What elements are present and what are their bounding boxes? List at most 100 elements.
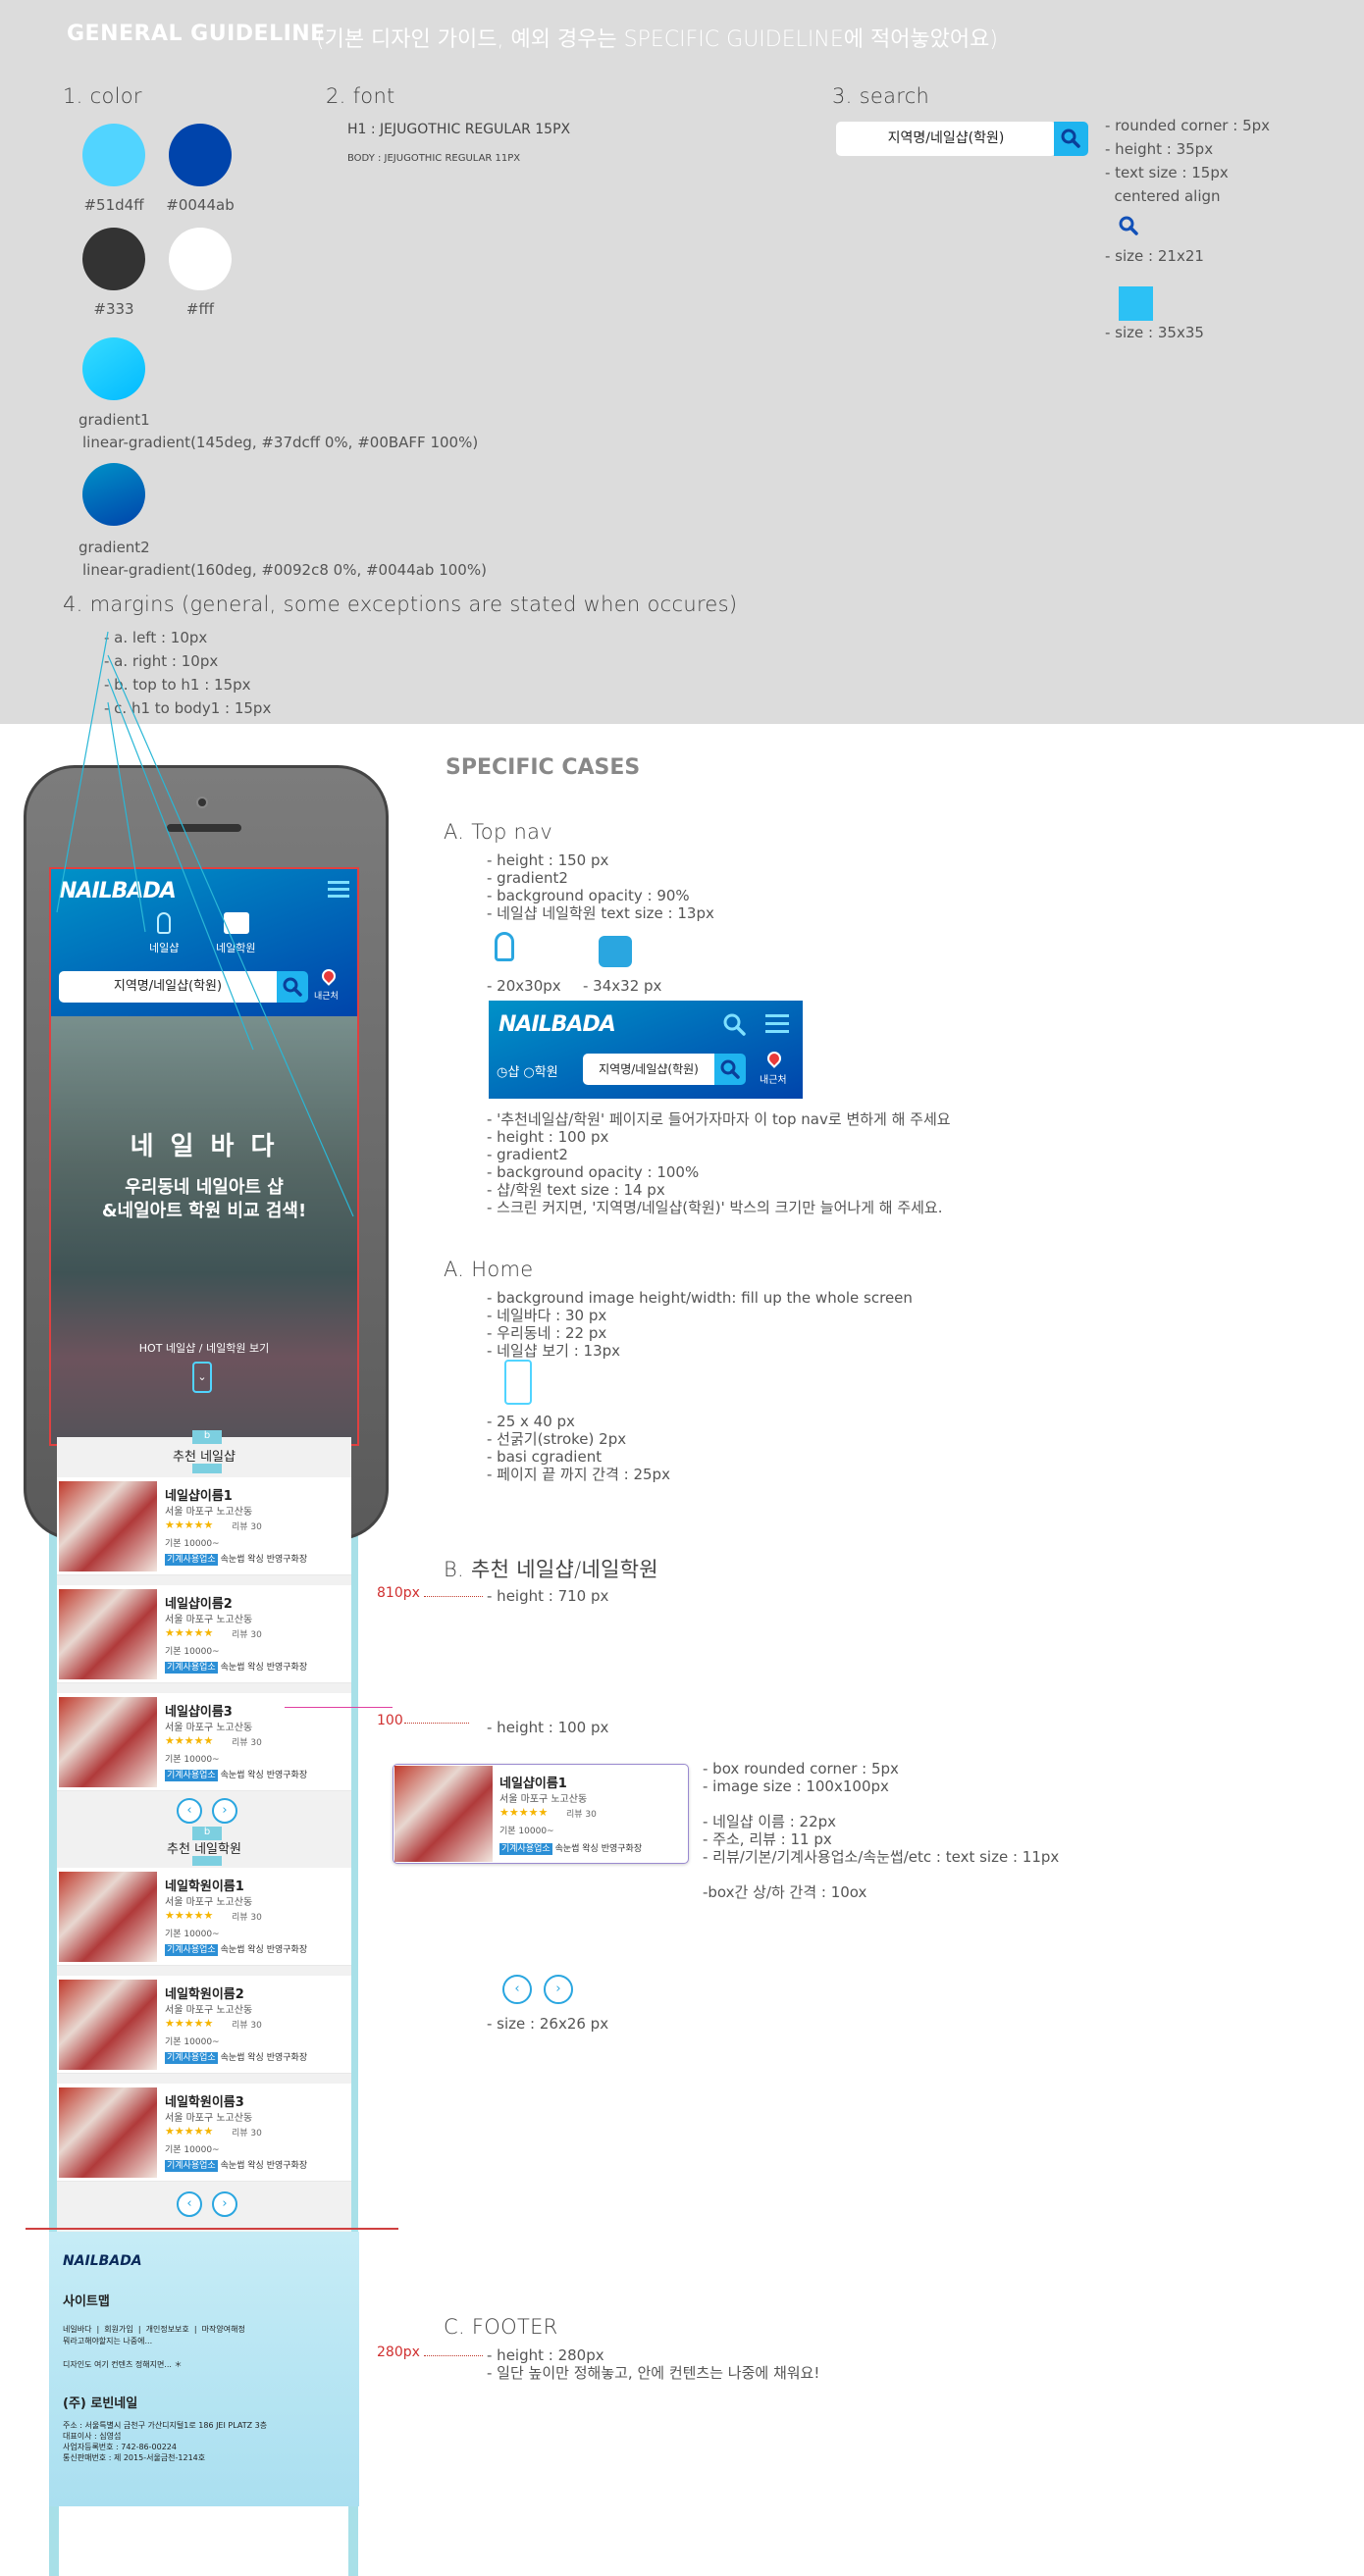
tag: 기계사용업소 [165,1770,218,1781]
sample-base: 기본 10000~ [499,1827,554,1836]
shop-item-3[interactable]: 네일샵이름3 서울 마포구 노고산동 ★★★★★ 리뷰 30 기본 10000~… [57,1693,351,1791]
topnav-heading: A. Top nav [444,820,553,844]
search-specs: - rounded corner : 5px - height : 35px -… [1105,114,1270,208]
tag: 왁싱 [247,1771,264,1780]
swatch-gradient1 [82,337,145,400]
academy-item-2[interactable]: 네일학원이름2 서울 마포구 노고산동 ★★★★★ 리뷰 30 기본 10000… [57,1976,351,2074]
academy-item-1[interactable]: 네일학원이름1 서울 마포구 노고산동 ★★★★★ 리뷰 30 기본 10000… [57,1868,351,1966]
search-icon[interactable] [720,1010,748,1038]
home-heading: A. Home [444,1258,534,1281]
tags: 기계사용업소 속눈썹 왁싱 반영구화장 [165,2050,308,2064]
tag: 속눈썹 [220,1771,245,1780]
spec-line: - 25 x 40 px [487,1413,575,1430]
next-arrow-button[interactable]: › [212,1798,237,1824]
tag: 기계사용업소 [165,1662,218,1674]
sample-item-box: 네일샵이름1 서울 마포구 노고산동 ★★★★★ 리뷰 30 기본 10000~… [393,1764,689,1864]
footer-specs: - height : 280px - 일단 높이만 정해놓고, 안에 컨텐츠는 … [487,2346,819,2382]
spec-line: - 선굵기(stroke) 2px [487,1430,627,1448]
topnav-specs2: - '추천네일샵/학원' 페이지로 들어가자마자 이 top nav로 변하게 … [487,1110,951,1216]
spec-line: - gradient2 [487,869,568,887]
nav2-logo: NAILBADA [498,1012,616,1037]
review-count: 리뷰 30 [232,1738,262,1748]
academy-name: 네일학원이름3 [165,2095,244,2110]
section-title-academy: 추천 네일학원 [167,1842,241,1857]
spec-line: - '추천네일샵/학원' 페이지로 들어가자마자 이 top nav로 변하게 … [487,1110,951,1128]
prev-arrow-button[interactable]: ‹ [177,1798,202,1824]
spec-line: - height : 100 px [487,1128,609,1146]
tags: 기계사용업소 속눈썹 왁싱 반영구화장 [165,1942,308,1956]
gradient2-label: gradient2 [79,539,150,556]
tag: 왁싱 [582,1844,599,1854]
topnav-specs: - height : 150 px - gradient2 - backgrou… [487,851,714,922]
tag: 속눈썹 [220,1945,245,1955]
sample-address: 서울 마포구 노고산동 [499,1794,588,1805]
shop-address: 서울 마포구 노고산동 [165,1723,253,1733]
star-rating: ★★★★★ [165,2017,214,2030]
guide-lines [56,631,354,1217]
search-sample-input[interactable]: 지역명/네일샵(학원) [836,122,1056,156]
spec-line: - 네일바다 : 30 px [487,1307,607,1324]
academy-address: 서울 마포구 노고산동 [165,2005,253,2016]
spec-line: - background opacity : 90% [487,887,690,904]
nav2-search-button[interactable] [714,1054,746,1085]
scroll-button-sample [504,1360,532,1405]
item-height: - height : 100 px [487,1719,609,1736]
academy-image [59,1872,157,1962]
spec-line: - height : 150 px [487,851,609,869]
spec-line: - 일단 높이만 정해놓고, 안에 컨텐츠는 나중에 채워요! [487,2364,820,2382]
base-price: 기본 10000~ [165,1539,220,1549]
search-sample-button[interactable] [1054,122,1088,156]
spec-line: - 우리동네 : 22 px [487,1324,607,1342]
search-spec-1: - rounded corner : 5px [1105,117,1271,134]
tag: 왁싱 [247,1945,264,1955]
search-icon [1119,216,1138,235]
spec-line: - image size : 100x100px [703,1777,889,1795]
academy-icon [599,936,632,967]
spec-line: - gradient2 [487,1146,568,1163]
shop-item-2[interactable]: 네일샵이름2 서울 마포구 노고산동 ★★★★★ 리뷰 30 기본 10000~… [57,1585,351,1683]
prev-arrow-button[interactable]: ‹ [177,2191,202,2217]
footer-info-line: 대표이사 : 심영섭 [63,2432,122,2441]
academy-item-3[interactable]: 네일학원이름3 서울 마포구 노고산동 ★★★★★ 리뷰 30 기본 10000… [57,2084,351,2182]
spec-line: -box간 상/하 간격 : 10ox [703,1883,867,1901]
spec-line: - 페이지 끝 까지 간격 : 25px [487,1466,670,1483]
menu-icon[interactable] [765,1014,789,1034]
prev-arrow-sample[interactable]: ‹ [502,1975,532,2004]
shop-address: 서울 마포구 노고산동 [165,1507,253,1518]
spec-line: - 네일샵 이름 : 22px [703,1813,837,1830]
nav2-search-input[interactable]: 지역명/네일샵(학원) [583,1054,714,1085]
spec-line: - basi cgradient [487,1448,603,1466]
star-rating: ★★★★★ [165,1519,214,1531]
shop-name: 네일샵이름2 [165,1597,233,1612]
phone-footer: NAILBADA 사이트맵 네일바다 | 회원가입 | 개인정보보호 | 마작양… [49,2232,359,2506]
guideline-title: GENERAL GUIDELINE [67,22,326,46]
nav2-nearby[interactable]: 내근처 [760,1071,787,1086]
tag: 반영구화장 [266,1945,308,1955]
tag: 반영구화장 [266,1771,308,1780]
arrow-size: - size : 26x26 px [487,2015,609,2033]
star-rating: ★★★★★ [165,2125,214,2138]
base-price: 기본 10000~ [165,1647,220,1657]
swatch-white-label: #fff [185,300,215,318]
academy-address: 서울 마포구 노고산동 [165,1897,253,1908]
tags: 기계사용업소 속눈썹 왁싱 반영구화장 [165,2158,307,2172]
tag: 속눈썹 [220,1663,245,1673]
swatch-blue [169,124,232,186]
footer-links[interactable]: 네일바다 | 회원가입 | 개인정보보호 | 마작양여해정 [63,2324,245,2335]
tag: 기계사용업소 [165,1554,218,1566]
shop-item-1[interactable]: 네일샵이름1 서울 마포구 노고산동 ★★★★★ 리뷰 30 기본 10000~… [57,1477,351,1575]
next-arrow-sample[interactable]: › [544,1975,573,2004]
footer-px-label: 280px [377,2344,420,2360]
item-guide-line [285,1707,393,1708]
sample-image [394,1766,493,1862]
spec-line: - height : 280px [487,2346,604,2364]
footer-logo: NAILBADA [63,2253,142,2269]
tag: 반영구화장 [266,2053,308,2063]
next-arrow-button[interactable]: › [212,2191,237,2217]
spec-line: - 샵/학원 text size : 14 px [487,1181,665,1199]
nav2-radio[interactable]: ◷샵 ○학원 [497,1061,558,1080]
rec-height: - height : 710 px [487,1587,609,1605]
location-pin-icon[interactable] [764,1049,784,1068]
star-rating: ★★★★★ [165,1734,214,1747]
font-body-spec: BODY : JEJUGOTHIC REGULAR 11PX [347,153,521,164]
